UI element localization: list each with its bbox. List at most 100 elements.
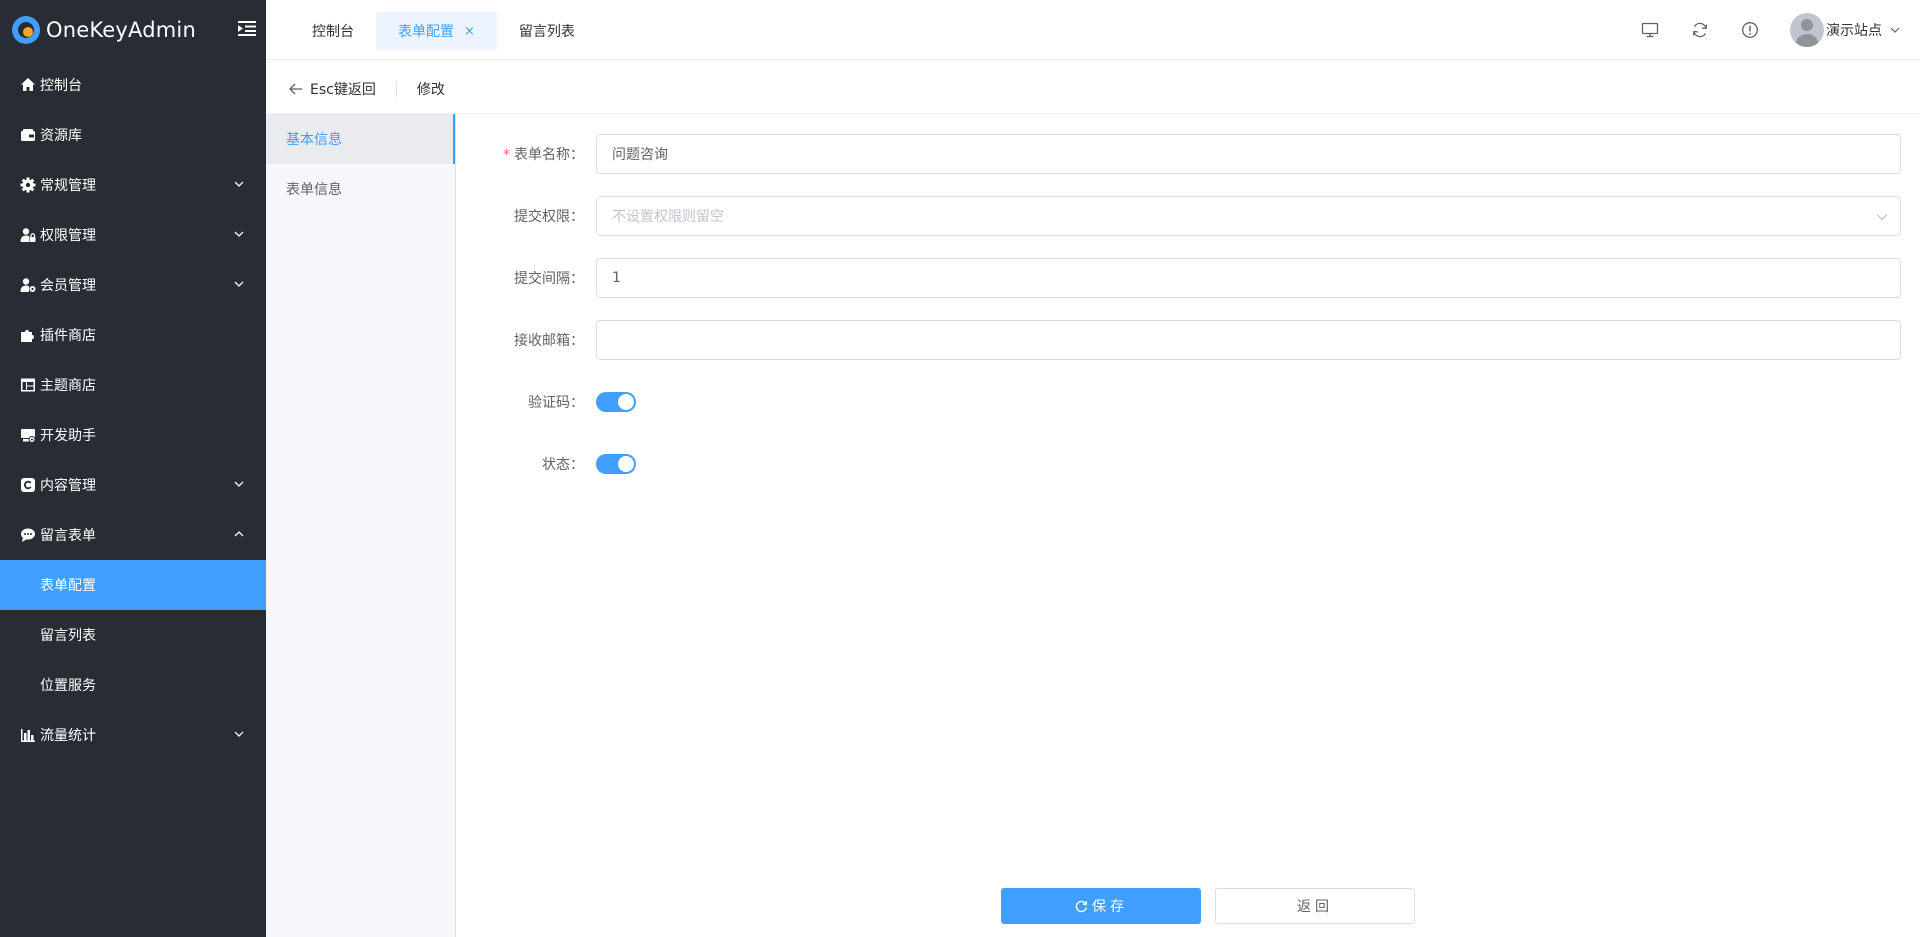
user-name: 演示站点 bbox=[1826, 23, 1882, 39]
form-label: 状态： bbox=[542, 457, 584, 473]
dev-icon bbox=[20, 427, 36, 443]
chevron-down-icon bbox=[234, 481, 244, 487]
tab-label: 表单配置 bbox=[398, 24, 454, 40]
sidebar-item-traffic-stats[interactable]: 流量统计 bbox=[0, 710, 266, 760]
form-label: 提交权限： bbox=[514, 209, 584, 225]
user-gear-icon bbox=[20, 277, 36, 293]
chevron-down-icon bbox=[1876, 214, 1888, 221]
form-label: 提交间隔： bbox=[514, 271, 584, 287]
user-lock-icon bbox=[20, 227, 36, 243]
form-row-interval: 提交间隔： bbox=[456, 258, 1920, 298]
tab-label: 控制台 bbox=[312, 24, 354, 40]
puzzle-icon bbox=[20, 327, 36, 343]
sidebar-item-label: 插件商店 bbox=[40, 328, 96, 344]
menu-collapse-icon[interactable] bbox=[238, 20, 256, 36]
section-nav-basic-info[interactable]: 基本信息 bbox=[266, 114, 455, 164]
sidebar-item-members[interactable]: 会员管理 bbox=[0, 260, 266, 310]
chevron-down-icon bbox=[234, 181, 244, 187]
user-menu[interactable]: 演示站点 bbox=[1790, 13, 1900, 47]
back-link[interactable]: Esc键返回 bbox=[288, 79, 376, 99]
bar-chart-icon bbox=[20, 727, 36, 743]
receive-email-input[interactable] bbox=[596, 320, 1901, 360]
sidebar-subitem-form-config[interactable]: 表单配置 bbox=[0, 560, 266, 610]
monitor-icon[interactable] bbox=[1640, 20, 1660, 40]
form-label: * 表单名称： bbox=[456, 144, 596, 164]
form-label: 验证码： bbox=[528, 395, 584, 411]
page-title: 修改 bbox=[416, 81, 445, 98]
sidebar-item-label: 会员管理 bbox=[40, 278, 96, 294]
form-name-input[interactable] bbox=[596, 134, 1901, 174]
permission-select[interactable]: 不设置权限则留空 bbox=[596, 196, 1901, 236]
sidebar-item-label: 位置服务 bbox=[40, 678, 96, 694]
close-icon[interactable]: × bbox=[464, 24, 475, 39]
brand-name: OneKeyAdmin bbox=[46, 18, 196, 42]
captcha-toggle[interactable] bbox=[596, 392, 636, 412]
refresh-icon bbox=[1075, 900, 1087, 913]
brand[interactable]: OneKeyAdmin bbox=[0, 0, 266, 60]
chevron-down-icon bbox=[234, 281, 244, 287]
sidebar-item-plugin-store[interactable]: 插件商店 bbox=[0, 310, 266, 360]
section-nav: 基本信息 表单信息 bbox=[266, 114, 456, 937]
form-row-captcha: 验证码： bbox=[456, 382, 1920, 422]
form-row-name: * 表单名称： bbox=[456, 134, 1920, 174]
sidebar-menu: 控制台 资源库 常规管理 权限管理 会员管理 插件商店 主题商店 开发助手 内容… bbox=[0, 60, 266, 760]
sidebar-item-label: 流量统计 bbox=[40, 728, 96, 744]
sidebar-item-permissions[interactable]: 权限管理 bbox=[0, 210, 266, 260]
tab-form-config[interactable]: 表单配置 × bbox=[376, 12, 497, 50]
brand-logo-icon bbox=[12, 16, 40, 44]
sidebar-item-theme-store[interactable]: 主题商店 bbox=[0, 360, 266, 410]
back-button[interactable]: 返回 bbox=[1215, 888, 1415, 924]
sidebar-subitem-message-list[interactable]: 留言列表 bbox=[0, 610, 266, 660]
sidebar-item-label: 控制台 bbox=[40, 78, 82, 94]
avatar bbox=[1790, 13, 1824, 47]
tab-message-list[interactable]: 留言列表 bbox=[497, 12, 597, 50]
chevron-up-icon bbox=[234, 531, 244, 537]
top-actions: 演示站点 bbox=[1640, 0, 1920, 60]
chevron-down-icon bbox=[234, 231, 244, 237]
back-button-label: 返回 bbox=[1297, 899, 1333, 915]
sidebar-subitem-location[interactable]: 位置服务 bbox=[0, 660, 266, 710]
sidebar-item-label: 留言列表 bbox=[40, 628, 96, 644]
chevron-down-icon bbox=[234, 731, 244, 737]
edit-form: *表单名称： 提交权限： 不设置权限则留空 提交间隔： 接收邮箱： 验证码： 状… bbox=[456, 114, 1920, 937]
refresh-icon[interactable] bbox=[1690, 20, 1710, 40]
select-placeholder: 不设置权限则留空 bbox=[612, 209, 724, 225]
sidebar-item-label: 开发助手 bbox=[40, 428, 96, 444]
submit-interval-input[interactable] bbox=[596, 258, 1901, 298]
sidebar-item-general[interactable]: 常规管理 bbox=[0, 160, 266, 210]
tab-dashboard[interactable]: 控制台 bbox=[290, 12, 376, 50]
required-mark: * bbox=[503, 147, 510, 163]
save-button[interactable]: 保存 bbox=[1001, 888, 1201, 924]
header-divider bbox=[395, 80, 397, 97]
sidebar-item-label: 常规管理 bbox=[40, 178, 96, 194]
sidebar-item-label: 权限管理 bbox=[40, 228, 96, 244]
form-row-permission: 提交权限： 不设置权限则留空 bbox=[456, 196, 1920, 236]
form-actions: 保存 返回 bbox=[1001, 888, 1415, 924]
sidebar-item-dashboard[interactable]: 控制台 bbox=[0, 60, 266, 110]
info-icon[interactable] bbox=[1740, 20, 1760, 40]
sidebar: OneKeyAdmin 控制台 资源库 常规管理 权限管理 会员管理 插件商店 … bbox=[0, 0, 266, 937]
sidebar-item-content[interactable]: 内容管理 bbox=[0, 460, 266, 510]
sidebar-item-label: 主题商店 bbox=[40, 378, 96, 394]
sidebar-item-message-form[interactable]: 留言表单 bbox=[0, 510, 266, 560]
home-icon bbox=[20, 77, 36, 93]
copyright-icon bbox=[20, 477, 36, 493]
sidebar-item-label: 资源库 bbox=[40, 128, 82, 144]
save-button-label: 保存 bbox=[1092, 899, 1128, 915]
gear-icon bbox=[20, 177, 36, 193]
layout-icon bbox=[20, 377, 36, 393]
form-label: 接收邮箱： bbox=[514, 333, 584, 349]
back-label: Esc键返回 bbox=[310, 81, 376, 98]
arrow-left-icon bbox=[289, 83, 302, 94]
status-toggle[interactable] bbox=[596, 454, 636, 474]
tab-bar: 控制台 表单配置 × 留言列表 bbox=[290, 12, 597, 50]
sidebar-item-resources[interactable]: 资源库 bbox=[0, 110, 266, 160]
wallet-icon bbox=[20, 127, 36, 143]
form-row-status: 状态： bbox=[456, 444, 1920, 484]
section-nav-label: 表单信息 bbox=[286, 182, 342, 198]
section-nav-form-info[interactable]: 表单信息 bbox=[266, 164, 455, 214]
sidebar-item-dev-helper[interactable]: 开发助手 bbox=[0, 410, 266, 460]
topbar: 控制台 表单配置 × 留言列表 演示站点 bbox=[266, 0, 1920, 60]
form-row-email: 接收邮箱： bbox=[456, 320, 1920, 360]
tab-label: 留言列表 bbox=[518, 24, 575, 40]
